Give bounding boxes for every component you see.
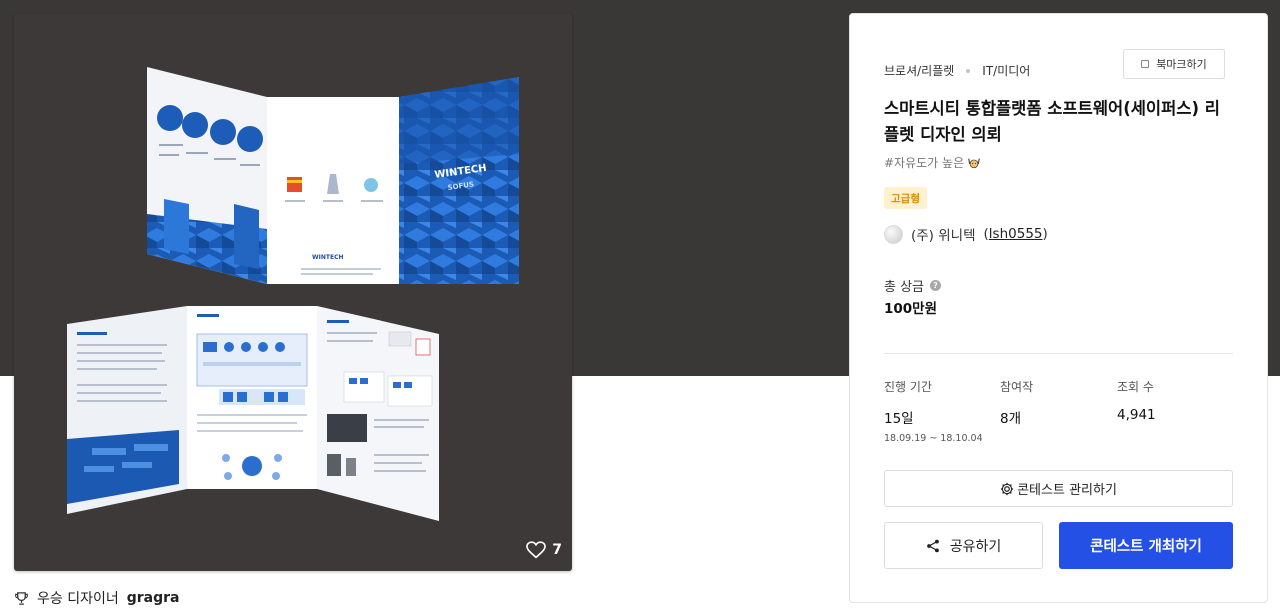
stat-views: 조회 수 4,941 (1117, 378, 1156, 423)
brochure-footer-logo: WINTECH (312, 254, 344, 261)
stat-views-label: 조회 수 (1117, 380, 1154, 394)
host-name: (주) 위니텍 (911, 228, 976, 244)
like-button[interactable]: 7 (526, 541, 562, 559)
contest-title: 스마트시티 통합플랫폼 소프트웨어(세이퍼스) 리플렛 디자인 의뢰 (884, 99, 1220, 144)
host-info: (주) 위니텍 (lsh0555) (884, 224, 1048, 244)
host-avatar (884, 224, 903, 244)
category-secondary[interactable]: IT/미디어 (982, 62, 1030, 79)
winning-design-image[interactable]: WINTECH WINTECH SOFUS 7 (14, 14, 572, 571)
prize-label-text: 총 상금 (884, 280, 925, 295)
heart-icon (526, 541, 547, 559)
category-breadcrumb: 브로셔/리플렛 IT/미디어 (884, 62, 1030, 79)
category-primary[interactable]: 브로셔/리플렛 (884, 62, 954, 79)
manage-contest-label: 콘테스트 관리하기 (1017, 483, 1117, 498)
manage-contest-button[interactable]: 콘테스트 관리하기 (884, 470, 1233, 507)
hashtag-text: #자유도가 높은 (884, 156, 965, 170)
brochure-mockup-illustration: WINTECH WINTECH SOFUS (67, 67, 519, 521)
prize-label: 총 상금 ? (884, 276, 942, 295)
hands-up-emoji-icon (968, 158, 980, 168)
bookmark-label: 북마크하기 (1156, 58, 1207, 71)
stat-entries: 참여작 8개 (1000, 378, 1033, 427)
grade-badge: 고급형 (884, 187, 927, 209)
winner-label: 우승 디자이너 (37, 591, 119, 607)
prize-value: 100만원 (884, 301, 938, 317)
host-profile-link[interactable]: lsh0555 (989, 226, 1043, 242)
stat-entries-label: 참여작 (1000, 380, 1034, 394)
host-id-paren-close: ) (1042, 226, 1048, 242)
bookmark-icon (1141, 60, 1150, 68)
category-separator (966, 68, 971, 73)
stat-entries-value: 8개 (1000, 411, 1022, 427)
share-button[interactable]: 공유하기 (884, 522, 1043, 569)
contest-hashtag: #자유도가 높은 (884, 154, 981, 171)
like-count: 7 (552, 542, 562, 558)
winner-info: 우승 디자이너 gragra (14, 588, 179, 608)
help-icon[interactable]: ? (930, 280, 942, 291)
stat-period-label: 진행 기간 (884, 380, 932, 394)
stat-views-value: 4,941 (1117, 407, 1156, 423)
host-contest-button[interactable]: 콘테스트 개최하기 (1059, 522, 1233, 569)
bookmark-button[interactable]: 북마크하기 (1123, 49, 1225, 79)
stat-period: 진행 기간 15일 18.09.19 ~ 18.10.04 (884, 378, 983, 444)
share-icon (926, 539, 939, 552)
stat-period-value: 15일 (884, 411, 914, 427)
section-divider (884, 353, 1233, 354)
winner-name[interactable]: gragra (127, 590, 180, 606)
contest-detail-panel: 브로셔/리플렛 IT/미디어 북마크하기 스마트시티 통합플랫폼 소프트웨어(세… (849, 13, 1268, 603)
trophy-icon (15, 591, 28, 605)
stat-period-range: 18.09.19 ~ 18.10.04 (884, 433, 983, 444)
share-label: 공유하기 (949, 538, 1002, 555)
host-id-wrap: (lsh0555) (984, 226, 1048, 242)
gear-icon (1000, 482, 1014, 495)
